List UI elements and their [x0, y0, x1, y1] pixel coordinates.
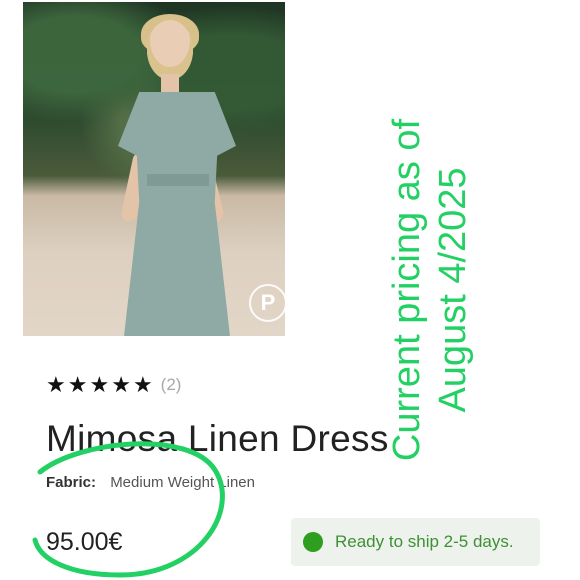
photo-dress-belt	[147, 174, 209, 186]
star-icon: ★	[67, 372, 88, 397]
shipping-status-badge: Ready to ship 2-5 days.	[291, 518, 540, 566]
fabric-value: Medium Weight Linen	[110, 474, 255, 491]
green-dot-icon	[303, 532, 323, 552]
fabric-label: Fabric:	[46, 474, 97, 491]
product-fabric: Fabric: Medium Weight Linen	[46, 474, 255, 491]
product-rating[interactable]: ★ ★ ★ ★ ★ (2)	[46, 374, 181, 396]
annotation-line-1: Current pricing as of	[386, 118, 428, 462]
photo-model-head	[147, 20, 193, 80]
product-photo[interactable]: P	[23, 2, 285, 336]
star-icon: ★	[89, 372, 110, 397]
star-icon: ★	[111, 372, 131, 397]
pricing-date-annotation-text: Current pricing as of August 4/2025	[384, 119, 476, 461]
product-price: 95.00€	[46, 528, 123, 556]
pinterest-icon[interactable]: P	[249, 284, 285, 322]
star-icon: ★	[46, 372, 66, 397]
star-icon: ★	[132, 372, 153, 397]
review-count[interactable]: (2)	[161, 375, 182, 395]
shipping-status-text: Ready to ship 2-5 days.	[335, 532, 514, 551]
annotation-line-2: August 4/2025	[432, 167, 474, 413]
product-title: Mimosa Linen Dress	[46, 418, 389, 459]
